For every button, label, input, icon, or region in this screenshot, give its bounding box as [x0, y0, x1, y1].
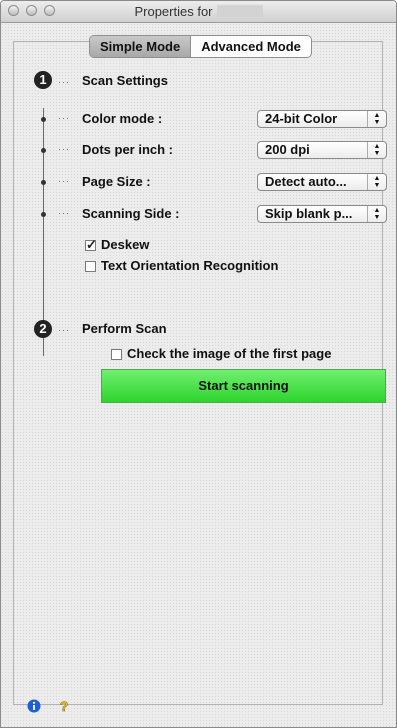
- updown-arrows-icon: ▲ ▼: [367, 142, 386, 158]
- redacted-device-name: [216, 5, 263, 17]
- check-first-page-checkbox[interactable]: [111, 349, 122, 360]
- text-orientation-label: Text Orientation Recognition: [101, 258, 279, 273]
- svg-text:?: ?: [60, 699, 69, 713]
- window-title-text: Properties for: [134, 4, 213, 19]
- checkmark-icon: ✓: [86, 237, 97, 252]
- scanning-side-value: Skip blank p...: [265, 206, 353, 221]
- dpi-value: 200 dpi: [265, 142, 310, 157]
- start-scanning-button[interactable]: Start scanning: [101, 369, 386, 403]
- setting-leader: ···: [58, 208, 70, 218]
- setting-leader: ···: [58, 113, 70, 123]
- color-mode-value: 24-bit Color: [265, 111, 338, 126]
- scanning-side-select[interactable]: Skip blank p... ▲ ▼: [257, 205, 387, 223]
- step-1-badge: 1: [34, 71, 52, 89]
- deskew-checkbox[interactable]: ✓: [85, 237, 97, 252]
- info-icon[interactable]: [27, 699, 41, 713]
- setting-leader: ···: [58, 144, 70, 154]
- scan-settings-title: Scan Settings: [82, 73, 168, 88]
- properties-window: Properties for Simple Mode Advanced Mode…: [0, 0, 397, 728]
- setting-bullet: [41, 117, 46, 122]
- help-icon[interactable]: ?: [57, 699, 71, 713]
- tab-advanced-mode[interactable]: Advanced Mode: [190, 36, 311, 57]
- color-mode-select[interactable]: 24-bit Color ▲ ▼: [257, 110, 387, 128]
- step-2-badge: 2: [34, 320, 52, 338]
- title-bar: Properties for: [1, 1, 396, 23]
- window-title: Properties for: [1, 4, 396, 19]
- perform-scan-title: Perform Scan: [82, 321, 167, 336]
- setting-bullet: [41, 148, 46, 153]
- page-size-select[interactable]: Detect auto... ▲ ▼: [257, 173, 387, 191]
- deskew-label: Deskew: [101, 237, 150, 252]
- step-1-leader: ···: [58, 77, 70, 87]
- dpi-label: Dots per inch :: [82, 142, 174, 157]
- dpi-select[interactable]: 200 dpi ▲ ▼: [257, 141, 387, 159]
- setting-leader: ···: [58, 176, 70, 186]
- step-connector-line: [43, 108, 44, 356]
- color-mode-label: Color mode :: [82, 111, 163, 126]
- check-first-page-label: Check the image of the first page: [127, 346, 332, 361]
- page-size-label: Page Size :: [82, 174, 151, 189]
- updown-arrows-icon: ▲ ▼: [367, 206, 386, 222]
- setting-bullet: [41, 180, 46, 185]
- content-area: Simple Mode Advanced Mode 1 ··· Scan Set…: [1, 23, 396, 727]
- scanning-side-label: Scanning Side :: [82, 206, 180, 221]
- tab-simple-mode[interactable]: Simple Mode: [90, 36, 191, 57]
- step-2-leader: ···: [58, 325, 70, 335]
- updown-arrows-icon: ▲ ▼: [367, 174, 386, 190]
- text-orientation-checkbox[interactable]: [85, 261, 96, 272]
- page-size-value: Detect auto...: [265, 174, 347, 189]
- mode-tabs: Simple Mode Advanced Mode: [89, 35, 312, 58]
- updown-arrows-icon: ▲ ▼: [367, 111, 386, 127]
- setting-bullet: [41, 212, 46, 217]
